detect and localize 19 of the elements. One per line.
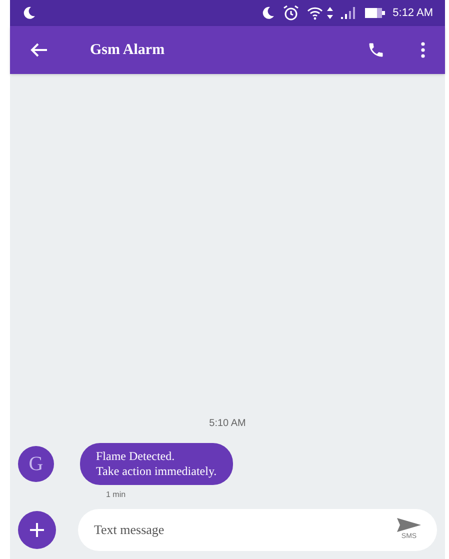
- contact-avatar: G: [18, 446, 54, 482]
- clock-time: 5:12 AM: [392, 6, 433, 21]
- data-arrows-icon: [326, 7, 333, 19]
- phone-icon[interactable]: [367, 41, 385, 59]
- message-age: 1 min: [106, 490, 126, 499]
- back-arrow-icon[interactable]: [30, 42, 48, 58]
- battery-icon: [364, 7, 385, 19]
- moon-icon: [22, 6, 36, 20]
- alarm-clock-icon: [282, 5, 299, 21]
- signal-icon: [340, 7, 357, 19]
- timestamp: 5:10 AM: [209, 418, 246, 429]
- send-icon: [397, 518, 421, 532]
- plus-icon: [30, 523, 44, 537]
- conversation-title: Gsm Alarm: [90, 40, 165, 60]
- message-bubble: Flame Detected. Take action immediately.: [80, 443, 233, 485]
- moon-icon: [260, 6, 275, 20]
- add-button[interactable]: [18, 511, 56, 549]
- more-options-icon[interactable]: [421, 42, 425, 58]
- wifi-icon: [306, 6, 323, 20]
